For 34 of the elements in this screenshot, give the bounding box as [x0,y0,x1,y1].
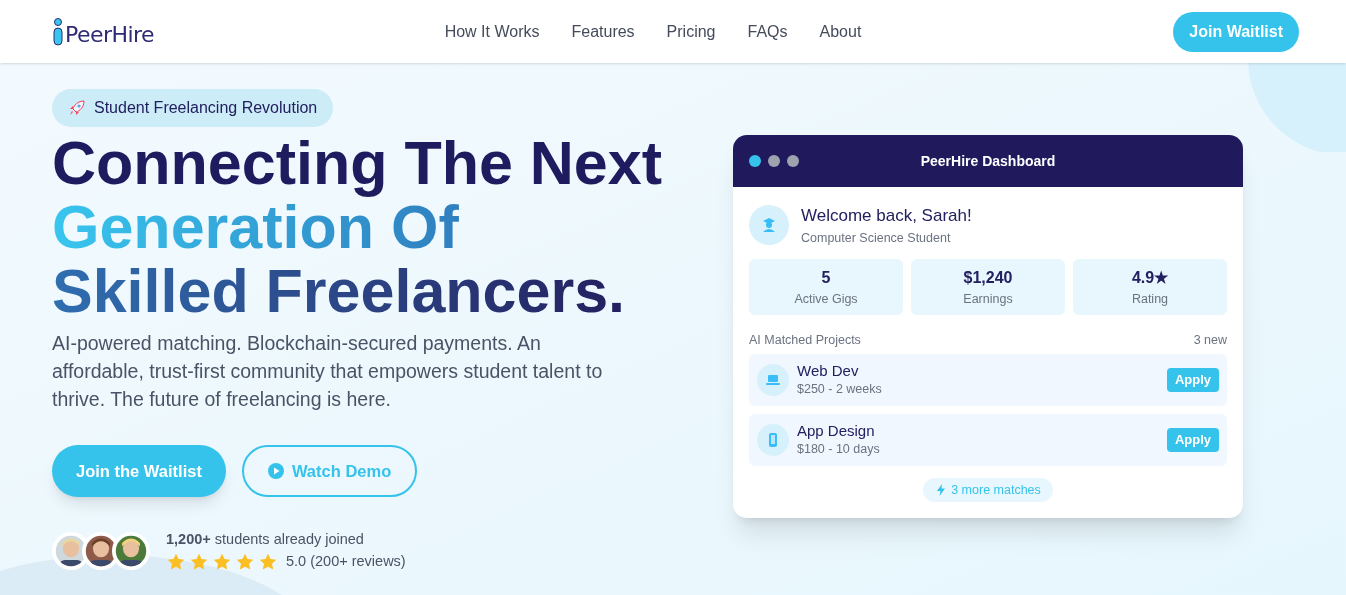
new-count: 3 new [1193,332,1227,350]
stat-label: Active Gigs [794,290,858,308]
project-name: App Design [797,421,876,440]
brand-name: PeerHire [65,23,154,46]
graduate-icon [761,217,777,234]
headline-line: Connecting The Next [52,131,663,195]
joined-count: 1,200+ students already joined [166,530,365,549]
laptop-icon [765,372,781,388]
logo-icon [52,17,64,46]
section-title: AI Matched Projects [749,332,861,350]
nav-link[interactable]: Features [571,19,635,44]
stat-value: 5 [821,267,831,288]
nav-link[interactable]: About [819,19,862,44]
stat-label: Earnings [963,290,1013,308]
dashboard-title: PeerHire Dashboard [920,151,1056,171]
rocket-icon [68,99,86,117]
role-text: Computer Science Student [801,229,952,247]
stat-value: $1,240 [963,267,1013,288]
project-row[interactable]: Web Dev $250 - 2 weeks Apply [749,354,1227,406]
project-name: Web Dev [797,361,860,380]
project-detail: $180 - 10 days [797,440,881,458]
stat-value: 4.9★ [1131,267,1169,288]
play-icon [267,463,284,479]
rating-text: 5.0 (200+ reviews) [286,551,406,571]
badge-text: Student Freelancing Revolution [94,98,318,118]
nav-link[interactable]: Pricing [666,19,716,44]
intro-paragraph: AI-powered matching. Blockchain-secured payments. An affordable, trust-first community that empowers student talent to thrive. The future of freelancing is here. [52,331,604,412]
logo[interactable]: PeerHire [52,17,352,46]
nav-link[interactable]: How It Works [444,19,540,44]
welcome-text: Welcome back, Sarah! [801,205,972,227]
project-detail: $250 - 2 weeks [797,380,883,398]
stat-label: Rating [1131,290,1169,308]
project-row[interactable]: App Design $180 - 10 days Apply [749,414,1227,466]
nav-link[interactable]: FAQs [747,19,788,44]
